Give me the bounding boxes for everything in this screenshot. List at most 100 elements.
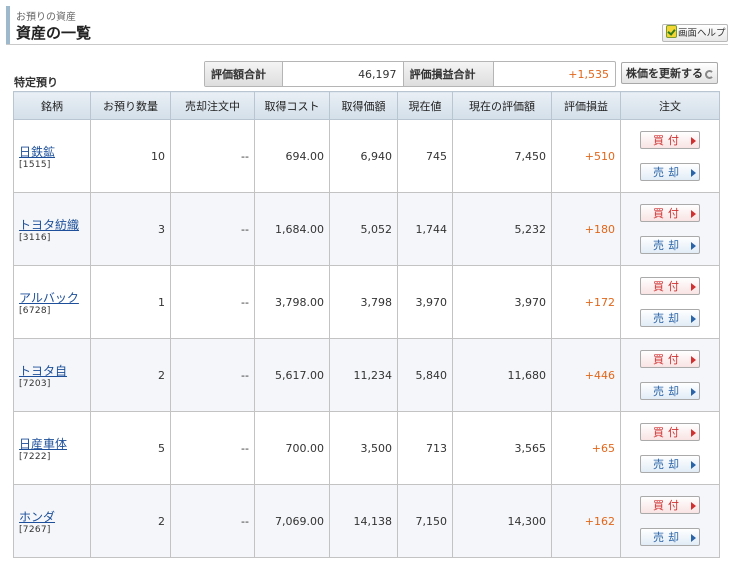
sell-button[interactable]: 売却 bbox=[640, 455, 700, 473]
table-row: トヨタ自 [7203] 2 -- 5,617.00 11,234 5,840 11,680 +4… bbox=[13, 338, 720, 412]
buy-button[interactable]: 買付 bbox=[640, 131, 700, 149]
order-cell: 買付 売却 bbox=[620, 411, 720, 485]
sell-button[interactable]: 売却 bbox=[640, 528, 700, 546]
page-subtitle: お預りの資産 bbox=[16, 12, 76, 23]
acquisition-value-cell: 11,234 bbox=[329, 338, 398, 412]
holdings-table: 銘柄 お預り数量 売却注文中 取得コスト 取得価額 現在値 現在の評価額 評価損益 注文 日鉄鉱… bbox=[13, 91, 720, 558]
buy-button[interactable]: 買付 bbox=[640, 277, 700, 295]
quantity-cell: 10 bbox=[90, 119, 171, 193]
stock-code: [6728] bbox=[19, 305, 51, 316]
quantity-cell: 2 bbox=[90, 338, 171, 412]
buy-button[interactable]: 買付 bbox=[640, 350, 700, 368]
profit-loss-cell: +510 bbox=[551, 119, 621, 193]
sell-button[interactable]: 売却 bbox=[640, 163, 700, 181]
stock-code: [1515] bbox=[19, 159, 51, 170]
buy-button[interactable]: 買付 bbox=[640, 496, 700, 514]
column-header: 注文 bbox=[620, 91, 720, 120]
acquisition-cost-cell: 694.00 bbox=[254, 119, 330, 193]
sell-button[interactable]: 売却 bbox=[640, 236, 700, 254]
column-header: お預り数量 bbox=[90, 91, 171, 120]
sell-button[interactable]: 売却 bbox=[640, 382, 700, 400]
valuation-cell: 5,232 bbox=[452, 192, 552, 266]
order-cell: 買付 売却 bbox=[620, 192, 720, 266]
table-row: トヨタ紡織 [3116] 3 -- 1,684.00 5,052 1,744 5,232 +18… bbox=[13, 192, 720, 266]
page-header: お預りの資産 資産の一覧 bbox=[6, 6, 732, 44]
current-price-cell: 1,744 bbox=[397, 192, 453, 266]
order-cell: 買付 売却 bbox=[620, 338, 720, 412]
acquisition-cost-cell: 5,617.00 bbox=[254, 338, 330, 412]
quantity-cell: 1 bbox=[90, 265, 171, 339]
pending-sell-cell: -- bbox=[170, 411, 255, 485]
stock-name-link[interactable]: トヨタ紡織 bbox=[19, 216, 85, 233]
pending-sell-cell: -- bbox=[170, 484, 255, 558]
stock-code: [3116] bbox=[19, 232, 51, 243]
buy-button[interactable]: 買付 bbox=[640, 204, 700, 222]
quantity-cell: 2 bbox=[90, 484, 171, 558]
table-row: ホンダ [7267] 2 -- 7,069.00 14,138 7,150 14,300 +16… bbox=[13, 484, 720, 558]
table-row: アルバック [6728] 1 -- 3,798.00 3,798 3,970 3,970 +17… bbox=[13, 265, 720, 339]
profit-loss-cell: +65 bbox=[551, 411, 621, 485]
section-label: 特定預り bbox=[14, 76, 58, 89]
table-row: 日産車体 [7222] 5 -- 700.00 3,500 713 3,565 +65 買付 売却 bbox=[13, 411, 720, 485]
quantity-cell: 3 bbox=[90, 192, 171, 266]
profit-loss-cell: +162 bbox=[551, 484, 621, 558]
profit-loss-cell: +180 bbox=[551, 192, 621, 266]
pending-sell-cell: -- bbox=[170, 265, 255, 339]
column-header: 取得価額 bbox=[329, 91, 398, 120]
stock-name-link[interactable]: トヨタ自 bbox=[19, 362, 85, 379]
page-title: 資産の一覧 bbox=[16, 24, 92, 42]
header-divider bbox=[6, 44, 728, 45]
current-price-cell: 745 bbox=[397, 119, 453, 193]
stock-name-link[interactable]: ホンダ bbox=[19, 508, 85, 525]
stock-name-link[interactable]: アルバック bbox=[19, 289, 85, 306]
order-cell: 買付 売却 bbox=[620, 484, 720, 558]
column-header: 現在値 bbox=[397, 91, 453, 120]
order-cell: 買付 売却 bbox=[620, 119, 720, 193]
pending-sell-cell: -- bbox=[170, 119, 255, 193]
acquisition-value-cell: 6,940 bbox=[329, 119, 398, 193]
help-check-icon bbox=[666, 25, 677, 38]
help-button[interactable]: 画面ヘルプ bbox=[662, 24, 728, 42]
help-button-label: 画面ヘルプ bbox=[678, 28, 726, 39]
acquisition-cost-cell: 700.00 bbox=[254, 411, 330, 485]
column-header: 銘柄 bbox=[13, 91, 91, 120]
valuation-cell: 3,565 bbox=[452, 411, 552, 485]
stock-name-cell: 日鉄鉱 [1515] bbox=[13, 119, 91, 193]
table-header-row: 銘柄 お預り数量 売却注文中 取得コスト 取得価額 現在値 現在の評価額 評価損益 注文 bbox=[13, 91, 720, 120]
stock-name-cell: アルバック [6728] bbox=[13, 265, 91, 339]
buy-button[interactable]: 買付 bbox=[640, 423, 700, 441]
stock-name-link[interactable]: 日産車体 bbox=[19, 435, 85, 452]
refresh-price-label: 株価を更新する bbox=[626, 67, 703, 80]
acquisition-cost-cell: 3,798.00 bbox=[254, 265, 330, 339]
column-header: 評価損益 bbox=[551, 91, 621, 120]
stock-name-cell: ホンダ [7267] bbox=[13, 484, 91, 558]
acquisition-value-cell: 5,052 bbox=[329, 192, 398, 266]
pending-sell-cell: -- bbox=[170, 192, 255, 266]
stock-name-link[interactable]: 日鉄鉱 bbox=[19, 143, 85, 160]
column-header: 取得コスト bbox=[254, 91, 330, 120]
stock-code: [7267] bbox=[19, 524, 51, 535]
valuation-cell: 11,680 bbox=[452, 338, 552, 412]
profit-loss-cell: +446 bbox=[551, 338, 621, 412]
pl-total-label: 評価損益合計 bbox=[403, 62, 494, 86]
valuation-cell: 14,300 bbox=[452, 484, 552, 558]
stock-name-cell: トヨタ紡織 [3116] bbox=[13, 192, 91, 266]
column-header: 現在の評価額 bbox=[452, 91, 552, 120]
valuation-total-value: 46,197 bbox=[283, 62, 404, 86]
quantity-cell: 5 bbox=[90, 411, 171, 485]
summary-box: 評価額合計 46,197 評価損益合計 +1,535 bbox=[204, 61, 616, 87]
refresh-icon bbox=[705, 70, 714, 79]
table-row: 日鉄鉱 [1515] 10 -- 694.00 6,940 745 7,450 +510 買付 売却 bbox=[13, 119, 720, 193]
valuation-total-label: 評価額合計 bbox=[205, 62, 284, 86]
refresh-price-button[interactable]: 株価を更新する bbox=[621, 62, 718, 84]
sell-button[interactable]: 売却 bbox=[640, 309, 700, 327]
stock-name-cell: 日産車体 [7222] bbox=[13, 411, 91, 485]
acquisition-cost-cell: 1,684.00 bbox=[254, 192, 330, 266]
acquisition-cost-cell: 7,069.00 bbox=[254, 484, 330, 558]
stock-name-cell: トヨタ自 [7203] bbox=[13, 338, 91, 412]
current-price-cell: 7,150 bbox=[397, 484, 453, 558]
acquisition-value-cell: 3,798 bbox=[329, 265, 398, 339]
order-cell: 買付 売却 bbox=[620, 265, 720, 339]
stock-code: [7203] bbox=[19, 378, 51, 389]
valuation-cell: 7,450 bbox=[452, 119, 552, 193]
